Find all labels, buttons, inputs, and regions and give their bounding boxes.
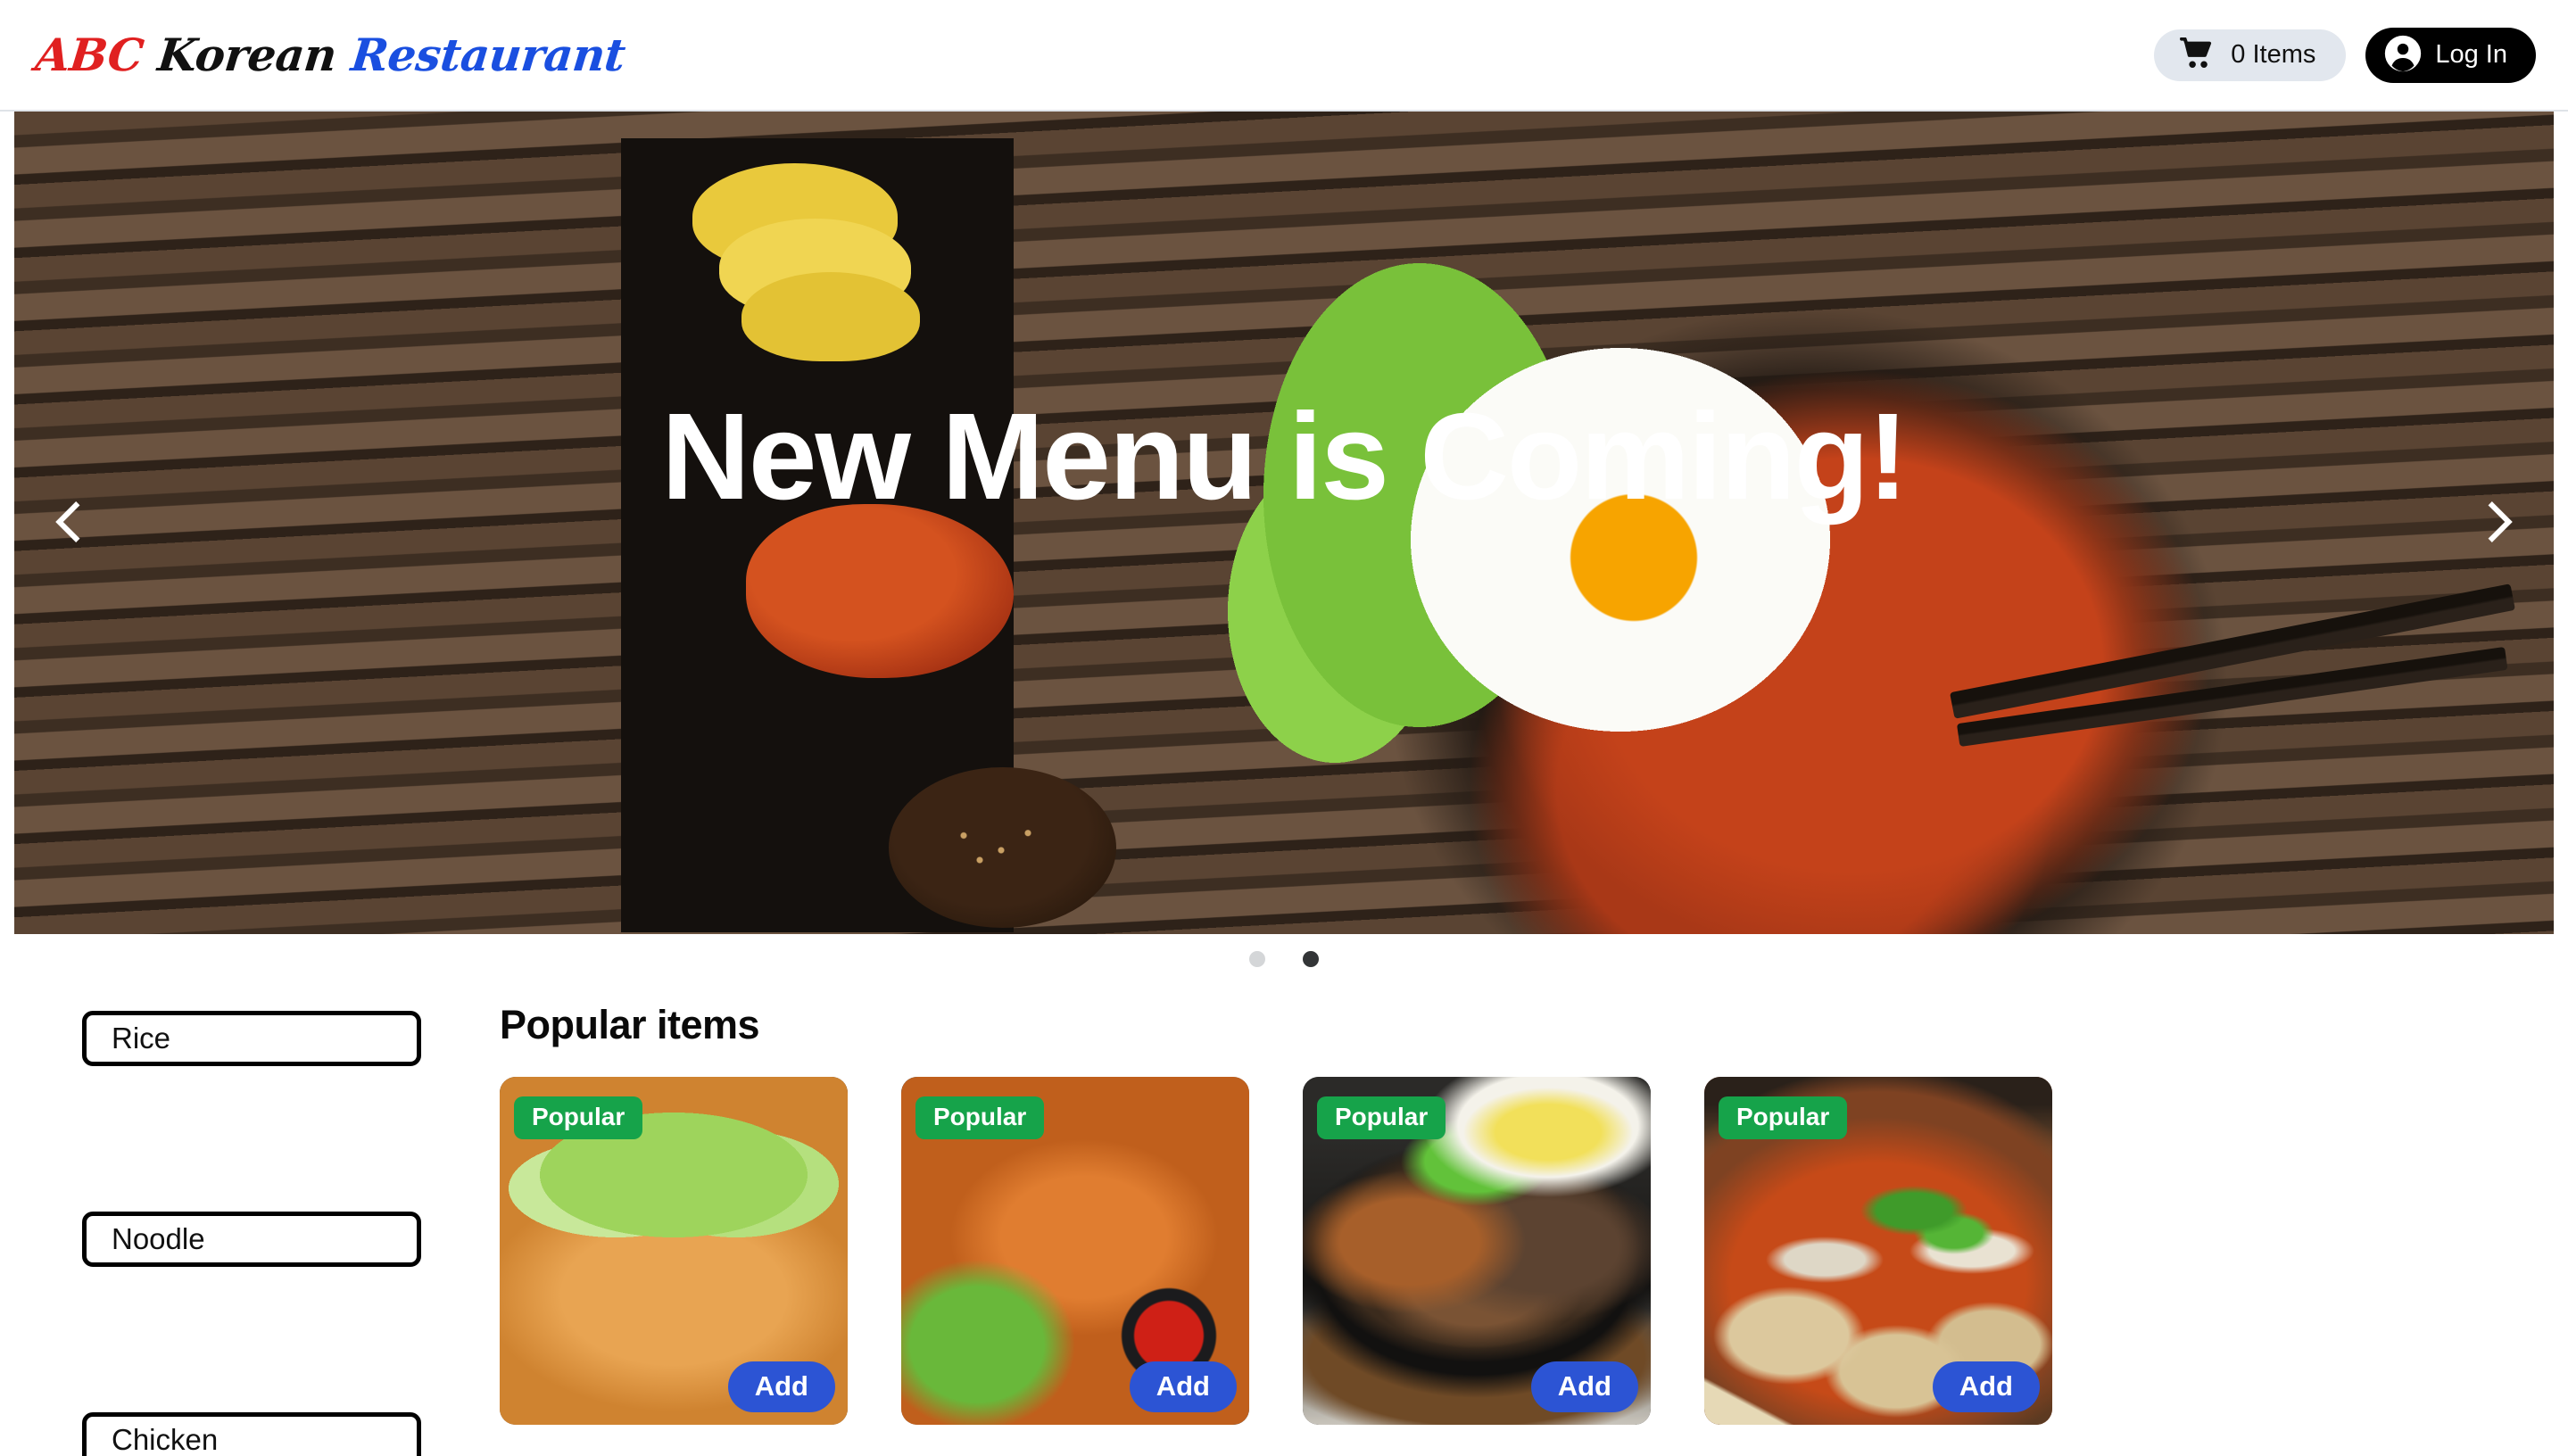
- sidebar-item-chicken[interactable]: Chicken: [82, 1412, 421, 1456]
- main-panel: Popular items Popular Add Popular Add Po…: [500, 1002, 2568, 1456]
- header-actions: 0 Items Log In: [2154, 27, 2536, 83]
- login-button[interactable]: Log In: [2365, 27, 2536, 83]
- food-card[interactable]: Popular Add: [1303, 1077, 1651, 1425]
- page-content: Rice Noodle Chicken Popular items Popula…: [0, 984, 2568, 1456]
- hero-title: New Menu is Coming!: [661, 388, 1909, 525]
- hero-carousel: New Menu is Coming!: [14, 112, 2554, 934]
- sidebar-item-rice[interactable]: Rice: [82, 1011, 421, 1066]
- chevron-left-icon: [44, 497, 94, 550]
- account-circle-icon: [2383, 34, 2423, 76]
- status-badge: Popular: [1719, 1096, 1848, 1139]
- site-logo[interactable]: ABC Korean Restaurant: [33, 29, 628, 81]
- pickled-radish-slice: [741, 272, 920, 361]
- kimchi-side-dish: [746, 504, 1014, 678]
- food-card[interactable]: Popular Add: [901, 1077, 1249, 1425]
- add-to-cart-button[interactable]: Add: [1530, 1361, 1638, 1412]
- cart-count-label: 0 Items: [2231, 40, 2316, 69]
- logo-text-korean: Korean: [155, 28, 339, 81]
- carousel-dot-1[interactable]: [1249, 951, 1265, 967]
- logo-text-restaurant: Restaurant: [348, 28, 628, 81]
- add-to-cart-button[interactable]: Add: [727, 1361, 835, 1412]
- dipping-sauce-bowl: [889, 767, 1116, 928]
- status-badge: Popular: [514, 1096, 643, 1139]
- sidebar-item-noodle[interactable]: Noodle: [82, 1212, 421, 1267]
- carousel-prev-button[interactable]: [29, 483, 109, 563]
- chevron-right-icon: [2474, 497, 2524, 550]
- login-button-label: Log In: [2435, 40, 2507, 69]
- carousel-dot-2[interactable]: [1303, 951, 1319, 967]
- status-badge: Popular: [915, 1096, 1045, 1139]
- add-to-cart-button[interactable]: Add: [1129, 1361, 1237, 1412]
- carousel-dots: [0, 934, 2568, 984]
- site-header: ABC Korean Restaurant 0 Items Log In: [0, 0, 2568, 112]
- add-to-cart-button[interactable]: Add: [1932, 1361, 2040, 1412]
- carousel-next-button[interactable]: [2459, 483, 2539, 563]
- logo-text-abc: ABC: [32, 28, 146, 81]
- cart-button[interactable]: 0 Items: [2154, 29, 2347, 81]
- food-card[interactable]: Popular Add: [1704, 1077, 2052, 1425]
- food-card[interactable]: Popular Add: [500, 1077, 848, 1425]
- shopping-cart-icon: [2179, 37, 2216, 72]
- category-sidebar: Rice Noodle Chicken: [0, 1002, 500, 1456]
- status-badge: Popular: [1317, 1096, 1446, 1139]
- popular-items-row: Popular Add Popular Add Popular Add Popu…: [500, 1077, 2532, 1425]
- popular-items-title: Popular items: [500, 1002, 760, 1047]
- chopsticks: [1950, 583, 2515, 719]
